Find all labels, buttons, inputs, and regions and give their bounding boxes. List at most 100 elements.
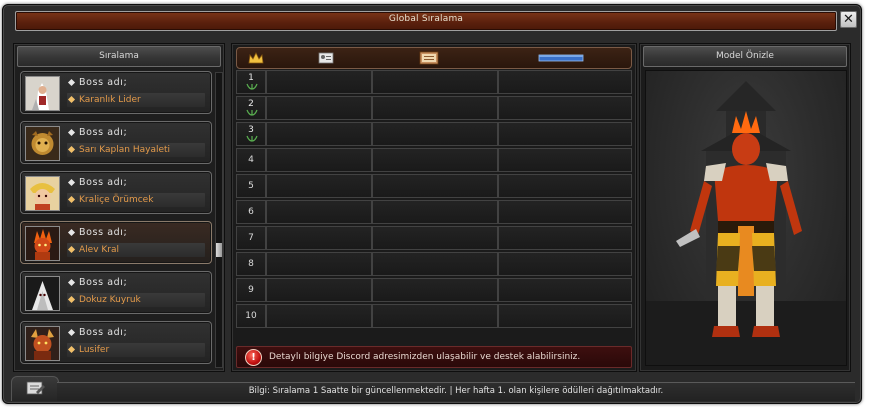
rank-cell: 2: [236, 96, 266, 120]
rank-cell: 7: [236, 226, 266, 250]
ranking-window: Global Sıralama ✕ Sıralama Boss adı; Kar…: [2, 4, 862, 404]
rank-cell: 5: [236, 174, 266, 198]
boss-key-label: Boss adı;: [67, 327, 205, 341]
ranking-cell: [266, 70, 372, 94]
flame-king-portrait: [25, 226, 60, 261]
boss-name: Dokuz Kuyruk: [67, 293, 205, 307]
boss-list-header: Sıralama: [17, 46, 221, 67]
ranking-cell: [498, 96, 632, 120]
ranking-cell: [498, 226, 632, 250]
boss-item-dokuz-kuyruk[interactable]: Boss adı; Dokuz Kuyruk: [20, 271, 212, 314]
ranking-cell: [372, 96, 498, 120]
rank-cell: 8: [236, 252, 266, 276]
nine-tails-portrait: [25, 276, 60, 311]
ranking-cell: [266, 148, 372, 172]
ranking-cell: [498, 200, 632, 224]
notepad-icon: [26, 381, 45, 395]
alert-icon: !: [245, 349, 262, 366]
ranking-cell: [372, 200, 498, 224]
ranking-row[interactable]: 8: [236, 252, 632, 276]
ranking-cell: [372, 252, 498, 276]
boss-name: Lusifer: [67, 343, 205, 357]
scroll-thumb[interactable]: [216, 243, 222, 257]
ranking-cell: [266, 122, 372, 146]
boss-item-kralice-orumcek[interactable]: Boss adı; Kraliçe Örümcek: [20, 171, 212, 214]
ranking-tab-bar: [236, 47, 632, 69]
footer-bar: Bilgi: Sıralama 1 Saatte bir güncellenme…: [57, 382, 855, 401]
laurel-icon: [246, 109, 258, 116]
ranking-cell: [372, 304, 498, 328]
boss-key-label: Boss adı;: [67, 227, 205, 241]
footer-tab[interactable]: [11, 376, 59, 401]
dark-leader-portrait: [25, 76, 60, 111]
ranking-cell: [266, 226, 372, 250]
ranking-row[interactable]: 6: [236, 200, 632, 224]
boss-key-label: Boss adı;: [67, 127, 205, 141]
boss-key-label: Boss adı;: [67, 277, 205, 291]
title-bar[interactable]: Global Sıralama: [15, 11, 837, 31]
rank-cell: 9: [236, 278, 266, 302]
model-viewport[interactable]: [645, 70, 847, 366]
boss-name: Kraliçe Örümcek: [67, 193, 205, 207]
boss-list-scrollbar[interactable]: [215, 72, 223, 368]
ranking-cell: [498, 148, 632, 172]
close-button[interactable]: ✕: [839, 10, 858, 29]
boss-list-panel: Sıralama Boss adı; Karanlık Lider Boss a…: [13, 43, 225, 372]
model-preview-header: Model Önizle: [643, 46, 847, 67]
ranking-cell: [498, 70, 632, 94]
tab-damage[interactable]: [537, 50, 585, 66]
bar-icon: [538, 54, 584, 62]
book-icon: [419, 51, 439, 65]
ranking-row[interactable]: 7: [236, 226, 632, 250]
boss-item-alev-kral[interactable]: Boss adı; Alev Kral: [20, 221, 212, 264]
ranking-cell: [372, 148, 498, 172]
rank-number: 5: [248, 181, 254, 191]
ranking-row[interactable]: 5: [236, 174, 632, 198]
ranking-cell: [266, 200, 372, 224]
id-card-icon: [318, 52, 334, 64]
rank-number: 4: [248, 155, 254, 165]
ranking-row[interactable]: 2: [236, 96, 632, 120]
queen-spider-portrait: [25, 176, 60, 211]
tab-name[interactable]: [317, 50, 335, 66]
rank-cell: 10: [236, 304, 266, 328]
window-title: Global Sıralama: [388, 14, 464, 24]
ranking-row[interactable]: 10: [236, 304, 632, 328]
rank-cell: 3: [236, 122, 266, 146]
ranking-cell: [372, 174, 498, 198]
boss-item-lusifer[interactable]: Boss adı; Lusifer: [20, 321, 212, 364]
close-icon: ✕: [843, 12, 854, 27]
flame-king-model: [646, 81, 846, 365]
rank-cell: 1: [236, 70, 266, 94]
crown-icon: [248, 52, 264, 64]
rank-number: 9: [248, 285, 254, 295]
rank-number: 8: [248, 259, 254, 269]
info-text: Detaylı bilgiye Discord adresimizden ula…: [269, 352, 581, 362]
ranking-cell: [266, 252, 372, 276]
ranking-row[interactable]: 9: [236, 278, 632, 302]
ranking-cell: [266, 278, 372, 302]
ranking-cell: [498, 122, 632, 146]
boss-item-sari-kaplan-hayaleti[interactable]: Boss adı; Sarı Kaplan Hayaleti: [20, 121, 212, 164]
boss-item-karanlik-lider[interactable]: Boss adı; Karanlık Lider: [20, 71, 212, 114]
ranking-row[interactable]: 1: [236, 70, 632, 94]
ranking-cell: [498, 278, 632, 302]
rank-number: 7: [248, 233, 254, 243]
boss-name: Sarı Kaplan Hayaleti: [67, 143, 205, 157]
ranking-cell: [266, 304, 372, 328]
tab-rank[interactable]: [247, 50, 265, 66]
ranking-row[interactable]: 4: [236, 148, 632, 172]
laurel-icon: [246, 83, 258, 90]
ranking-panel: 1 2 3 4 5 6 7 8 9 10 ! Detaylı bilgiye Discord ad…: [231, 43, 637, 372]
ranking-row[interactable]: 3: [236, 122, 632, 146]
rank-number: 6: [248, 207, 254, 217]
ranking-cell: [266, 174, 372, 198]
ranking-cell: [372, 278, 498, 302]
rank-number: 10: [245, 311, 257, 321]
boss-name: Karanlık Lider: [67, 93, 205, 107]
boss-name: Alev Kral: [67, 243, 205, 257]
ranking-cell: [266, 96, 372, 120]
tab-guild[interactable]: [417, 50, 441, 66]
ranking-cell: [498, 174, 632, 198]
boss-key-label: Boss adı;: [67, 177, 205, 191]
